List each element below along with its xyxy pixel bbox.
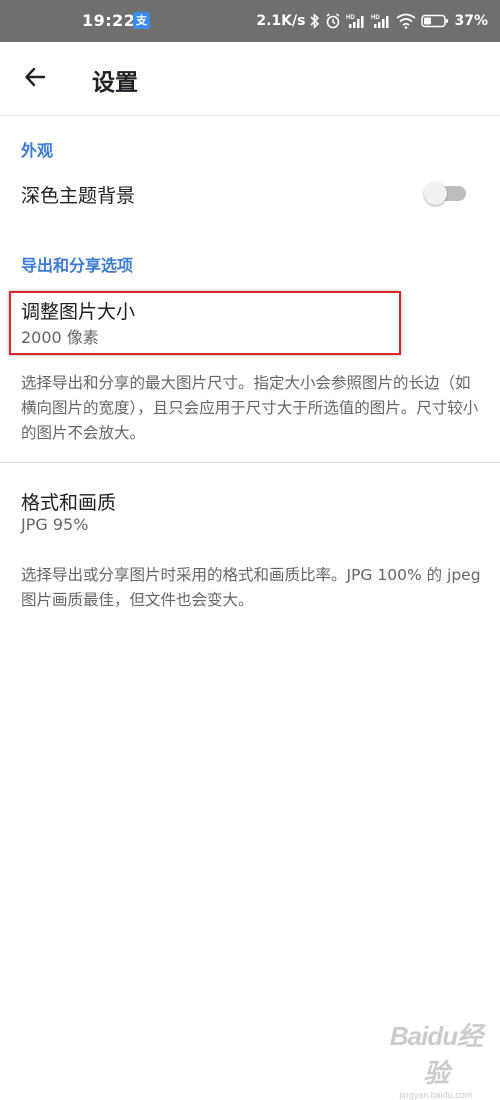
wifi-icon: [396, 13, 417, 29]
watermark: Baidu经验 jingyan.baidu.com: [386, 1016, 486, 1100]
toggle-thumb: [424, 182, 447, 205]
divider: [0, 462, 500, 463]
app-bar: 设置: [0, 42, 500, 116]
section-header-appearance: 外观: [21, 141, 54, 160]
page-title: 设置: [92, 70, 138, 96]
network-speed: 2.1K/s: [256, 13, 306, 29]
status-time: 19:22: [82, 11, 136, 30]
format-quality-value: JPG 95%: [21, 515, 89, 534]
alarm-icon: [325, 13, 341, 29]
bluetooth-icon: [310, 13, 320, 29]
watermark-url: jingyan.baidu.com: [399, 1090, 473, 1100]
back-button[interactable]: [14, 58, 56, 100]
dark-theme-title: 深色主题背景: [21, 185, 136, 207]
resize-description: 选择导出和分享的最大图片尺寸。指定大小会参照图片的长边（如横向图片的宽度），且只…: [21, 374, 479, 442]
status-bar: 19:22 支 2.1K/s HD HD 37%: [0, 0, 500, 42]
section-header-export-share: 导出和分享选项: [21, 256, 134, 275]
battery-icon: [421, 13, 449, 29]
format-quality-description: 选择导出或分享图片时采用的格式和画质比率。JPG 100% 的 jpeg 图片画…: [21, 566, 481, 609]
svg-text:HD: HD: [371, 15, 380, 21]
alipay-icon: 支: [133, 12, 150, 29]
battery-percent: 37%: [454, 13, 488, 29]
status-indicators: 2.1K/s HD HD 37%: [256, 10, 488, 32]
arrow-left-icon: [23, 65, 47, 93]
dark-theme-toggle[interactable]: [424, 182, 468, 205]
hd-signal-icon: HD: [346, 13, 366, 29]
format-quality-title: 格式和画质: [21, 492, 117, 514]
hd-signal-icon: HD: [371, 13, 391, 29]
highlight-annotation-box: [9, 291, 401, 355]
svg-text:HD: HD: [346, 15, 355, 21]
watermark-logo: Baidu经验: [389, 1021, 483, 1088]
